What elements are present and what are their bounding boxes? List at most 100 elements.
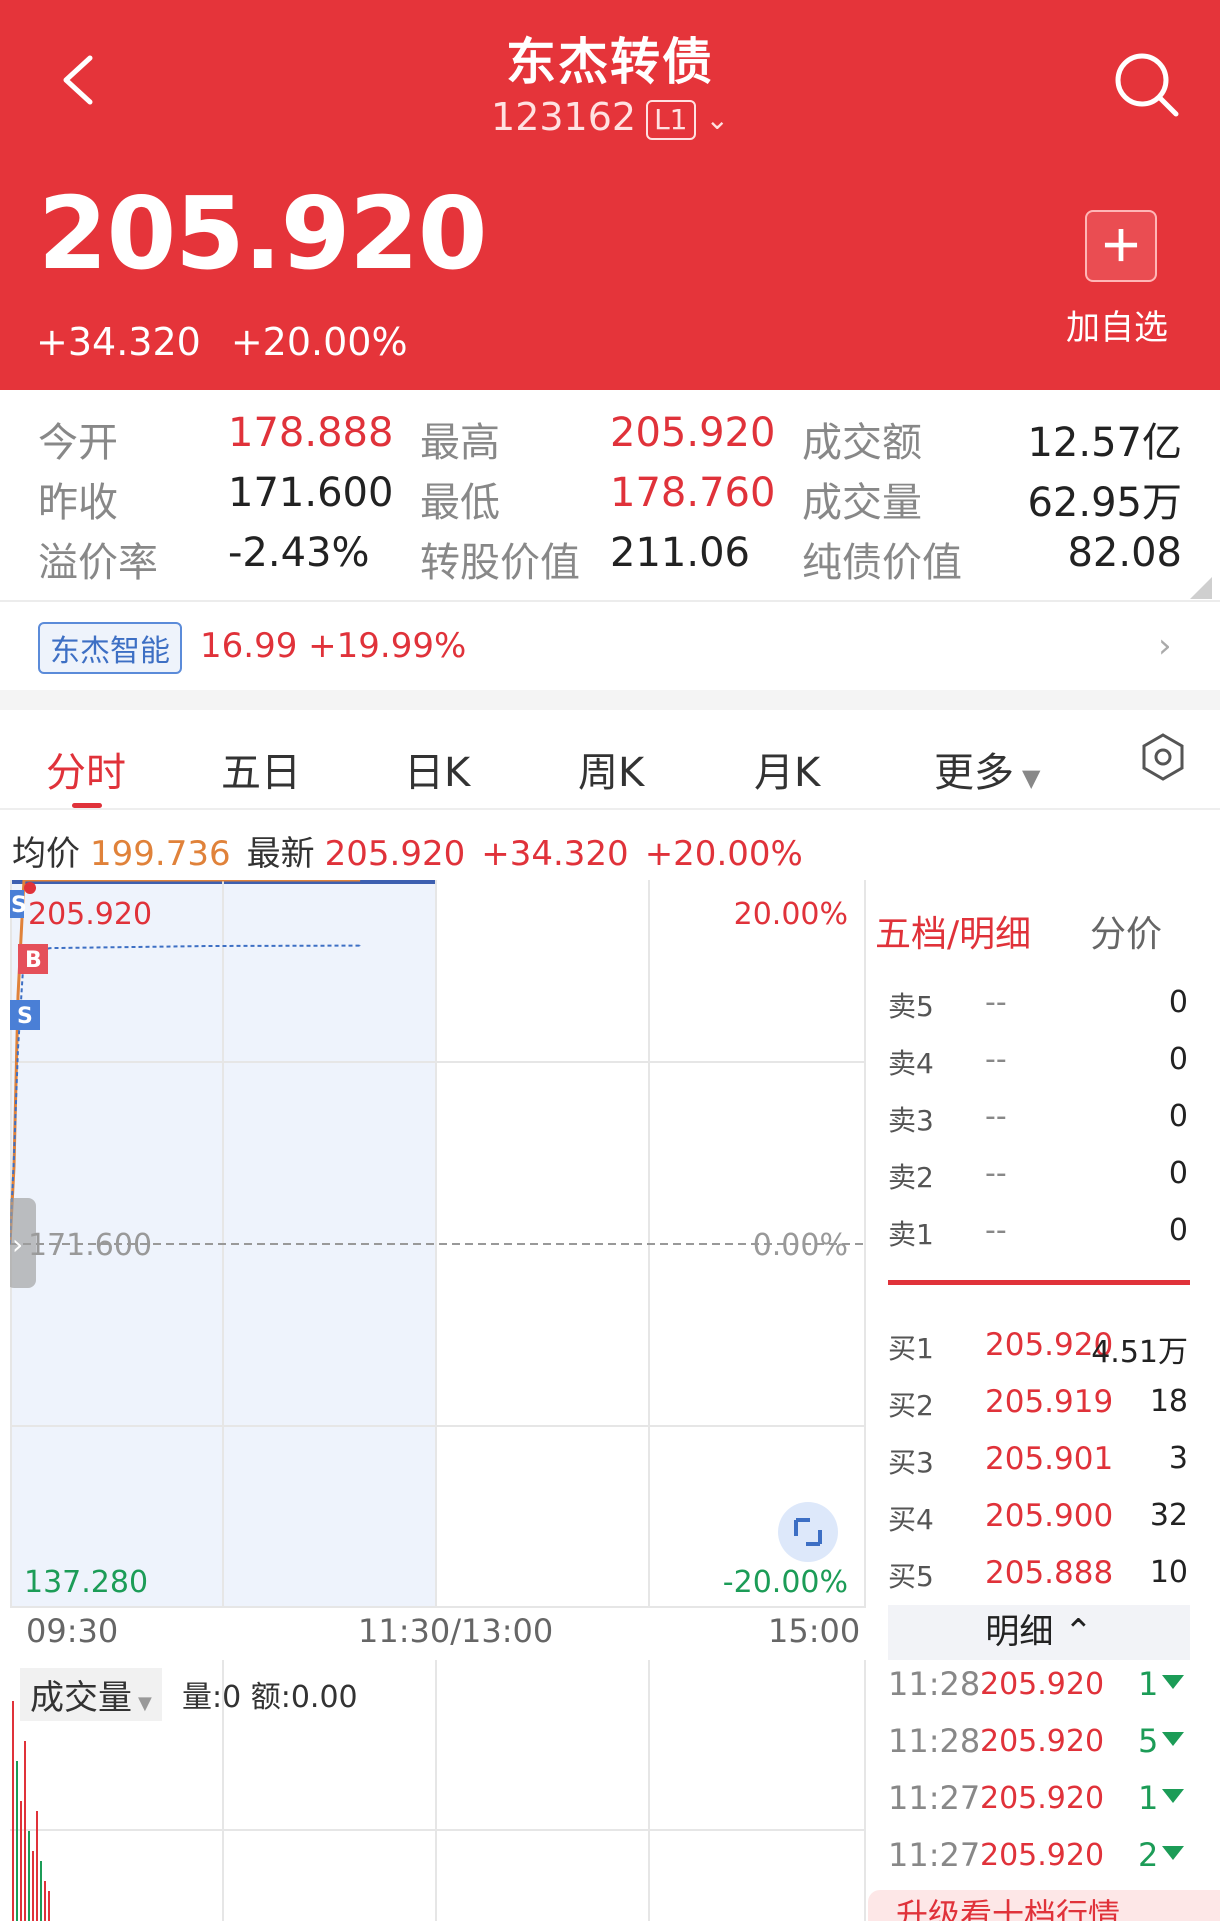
upgrade-label: 升级看十档行情: [896, 1896, 1121, 1921]
tab-intraday[interactable]: 分时: [46, 740, 126, 798]
trade-tick-row: 11:27 205.920 1: [888, 1779, 1190, 1829]
y-max-price-label: 205.920: [28, 897, 152, 932]
stat-value: 62.95万: [1027, 480, 1182, 526]
bid-level-row[interactable]: 买3 205.901 3: [888, 1441, 1188, 1491]
avg-value: 199.736: [90, 834, 231, 874]
bid-level-label: 买5: [888, 1560, 934, 1593]
volume-bar: [28, 1831, 30, 1921]
security-code-row[interactable]: 123162 L1 ⌄: [0, 95, 1220, 140]
bid-level-row[interactable]: 买2 205.919 18: [888, 1384, 1188, 1434]
ask-level-row[interactable]: 卖4 -- 0: [888, 1042, 1188, 1092]
chevron-right-icon: ›: [12, 1228, 23, 1261]
security-code: 123162: [491, 95, 637, 139]
stat-label: 成交额: [802, 420, 922, 466]
tab-more[interactable]: 更多 ▼: [934, 740, 1040, 798]
stat-label: 溢价率: [38, 540, 158, 586]
bid-price: 205.888: [985, 1555, 1114, 1591]
page-title: 东杰转债: [506, 33, 714, 91]
ask-price: --: [985, 1213, 1007, 1248]
stat-label: 最低: [420, 480, 500, 526]
stat-label: 昨收: [38, 480, 118, 526]
ask-level-row[interactable]: 卖5 -- 0: [888, 985, 1188, 1035]
sell-marker-label: S: [11, 893, 27, 918]
add-watchlist-button[interactable]: [1085, 210, 1157, 282]
detail-toggle[interactable]: 明细 ⌃: [888, 1605, 1190, 1660]
bid-price: 205.901: [985, 1441, 1114, 1477]
sell-direction-icon: [1162, 1675, 1184, 1689]
tick-volume: 1: [1138, 1665, 1159, 1703]
stat-value: 12.57亿: [1027, 420, 1182, 466]
ask-level-label: 卖5: [888, 990, 934, 1023]
tab-order-book[interactable]: 五档/明细: [875, 905, 1031, 957]
stat-value: 178.888: [228, 410, 394, 456]
tick-time: 11:28: [888, 1722, 981, 1760]
detail-label: 明细: [985, 1612, 1054, 1652]
stat-label: 成交量: [802, 480, 922, 526]
tab-daily-k[interactable]: 日K: [404, 740, 470, 798]
level-badge: L1: [646, 99, 696, 140]
sell-marker[interactable]: S: [10, 1000, 40, 1030]
tick-price: 205.920: [980, 1724, 1105, 1759]
sell-marker-label: S: [17, 1004, 33, 1029]
tab-weekly-k[interactable]: 周K: [578, 740, 644, 798]
bid-volume: 18: [1149, 1384, 1188, 1419]
ask-level-row[interactable]: 卖1 -- 0: [888, 1213, 1188, 1263]
volume-indicator-select[interactable]: 成交量 ▼: [20, 1668, 162, 1721]
latest-change: +34.320: [481, 834, 629, 874]
expand-corner-icon[interactable]: [1190, 577, 1212, 599]
fullscreen-button[interactable]: [778, 1502, 838, 1562]
tick-volume: 1: [1138, 1779, 1159, 1817]
ask-level-row[interactable]: 卖2 -- 0: [888, 1156, 1188, 1206]
stat-value: 211.06: [610, 530, 750, 576]
y-mid-pct-label: 0.00%: [753, 1228, 848, 1263]
ask-volume: 0: [1168, 1099, 1188, 1134]
tick-time: 11:27: [888, 1836, 981, 1874]
tick-volume: 5: [1138, 1722, 1159, 1760]
ask-level-label: 卖3: [888, 1104, 934, 1137]
upgrade-level2-banner[interactable]: 升级看十档行情: [868, 1890, 1220, 1921]
sell-marker[interactable]: S: [10, 890, 27, 918]
bid-volume: 3: [1168, 1441, 1188, 1476]
sell-direction-icon: [1162, 1789, 1184, 1803]
ask-level-row[interactable]: 卖3 -- 0: [888, 1099, 1188, 1149]
tick-time: 11:27: [888, 1779, 981, 1817]
underlying-stock-row[interactable]: 东杰智能 16.99 +19.99% ›: [0, 602, 1220, 690]
bid-price: 205.919: [985, 1384, 1114, 1420]
buy-marker[interactable]: B: [18, 944, 48, 974]
ask-price: --: [985, 985, 1007, 1020]
ask-price: --: [985, 1156, 1007, 1191]
chevron-up-icon: ⌃: [1064, 1612, 1093, 1652]
x-tick-start: 09:30: [26, 1612, 119, 1650]
volume-bar: [36, 1811, 38, 1921]
bid-level-row[interactable]: 买5 205.888 10: [888, 1555, 1188, 1605]
y-min-pct-label: -20.00%: [723, 1565, 848, 1600]
stat-value: 178.760: [610, 470, 776, 516]
current-price: 205.920: [38, 175, 487, 292]
settings-hexagon-icon[interactable]: [1138, 732, 1188, 782]
active-tab-indicator: [72, 803, 102, 808]
ask-volume: 0: [1168, 1213, 1188, 1248]
volume-bar: [16, 1761, 18, 1921]
intraday-chart[interactable]: 205.920 20.00% 171.600 0.00% 137.280 -20…: [10, 880, 866, 1608]
average-price-point: [359, 945, 361, 947]
quote-stats: 今开 178.888 最高 205.920 成交额 12.57亿 昨收 171.…: [0, 390, 1220, 600]
tick-time: 11:28: [888, 1665, 981, 1703]
latest-label: 最新: [246, 834, 315, 874]
bid-level-row[interactable]: 买4 205.900 32: [888, 1498, 1188, 1548]
bid-level-row[interactable]: 买1 205.920 4.51万: [888, 1327, 1188, 1377]
tab-price-distribution[interactable]: 分价: [1090, 905, 1162, 957]
chart-tabs: 分时 五日 日K 周K 月K 更多 ▼: [0, 710, 1220, 810]
add-watchlist-label[interactable]: 加自选: [1066, 300, 1168, 349]
trade-tick-row: 11:28 205.920 5: [888, 1722, 1190, 1772]
search-icon[interactable]: [1112, 50, 1182, 120]
tab-monthly-k[interactable]: 月K: [754, 740, 820, 798]
underlying-stock-tag: 东杰智能: [38, 622, 182, 674]
stat-value: 171.600: [228, 470, 394, 516]
bid-level-label: 买4: [888, 1503, 934, 1536]
bid-level-label: 买1: [888, 1332, 934, 1365]
volume-bars: [12, 1701, 50, 1921]
intraday-summary: 均价 199.736 最新 205.920 +34.320 +20.00%: [12, 826, 819, 875]
tab-five-day[interactable]: 五日: [221, 740, 301, 798]
bid-price: 205.900: [985, 1498, 1114, 1534]
latest-value: 205.920: [324, 834, 466, 874]
